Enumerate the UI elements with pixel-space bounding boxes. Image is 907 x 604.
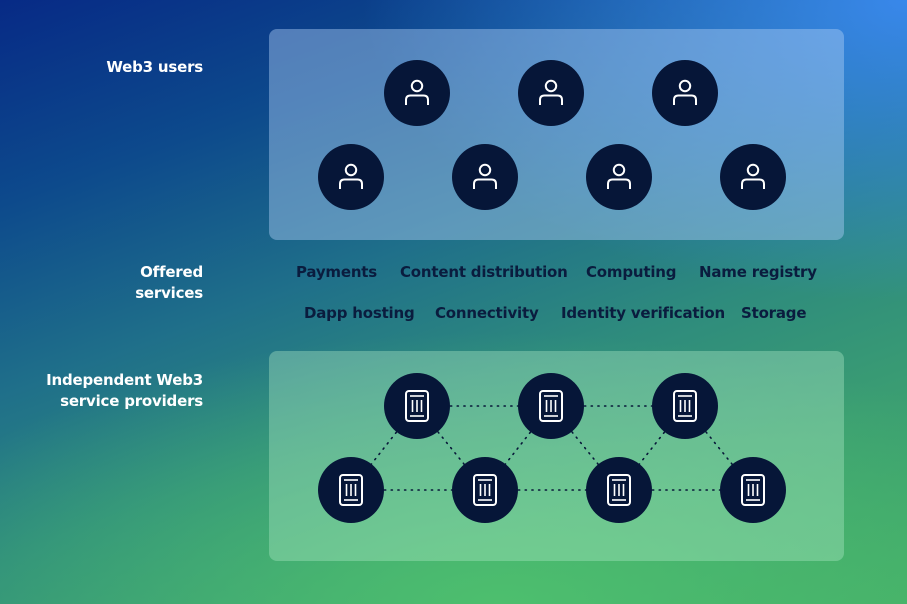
user-icon [741,163,765,189]
user-node [518,60,584,126]
service-content-distribution: Content distribution [400,263,568,281]
service-dapp-hosting: Dapp hosting [304,304,415,322]
user-icon [539,79,563,105]
user-node [720,144,786,210]
provider-node [720,457,786,523]
service-connectivity: Connectivity [435,304,539,322]
provider-node [452,457,518,523]
user-icon [339,163,363,189]
user-node [652,60,718,126]
server-icon [539,390,563,422]
server-icon [673,390,697,422]
server-icon [741,474,765,506]
user-node [384,60,450,126]
provider-node [652,373,718,439]
server-icon [405,390,429,422]
service-payments: Payments [296,263,378,281]
provider-node [518,373,584,439]
server-icon [473,474,497,506]
service-name-registry: Name registry [699,263,817,281]
provider-node [384,373,450,439]
user-node [318,144,384,210]
service-storage: Storage [741,304,807,322]
user-icon [405,79,429,105]
user-icon [673,79,697,105]
user-icon [473,163,497,189]
user-icon [607,163,631,189]
provider-node [586,457,652,523]
user-node [586,144,652,210]
service-identity-verification: Identity verification [561,304,725,322]
server-icon [339,474,363,506]
service-computing: Computing [586,263,677,281]
server-icon [607,474,631,506]
user-node [452,144,518,210]
provider-node [318,457,384,523]
